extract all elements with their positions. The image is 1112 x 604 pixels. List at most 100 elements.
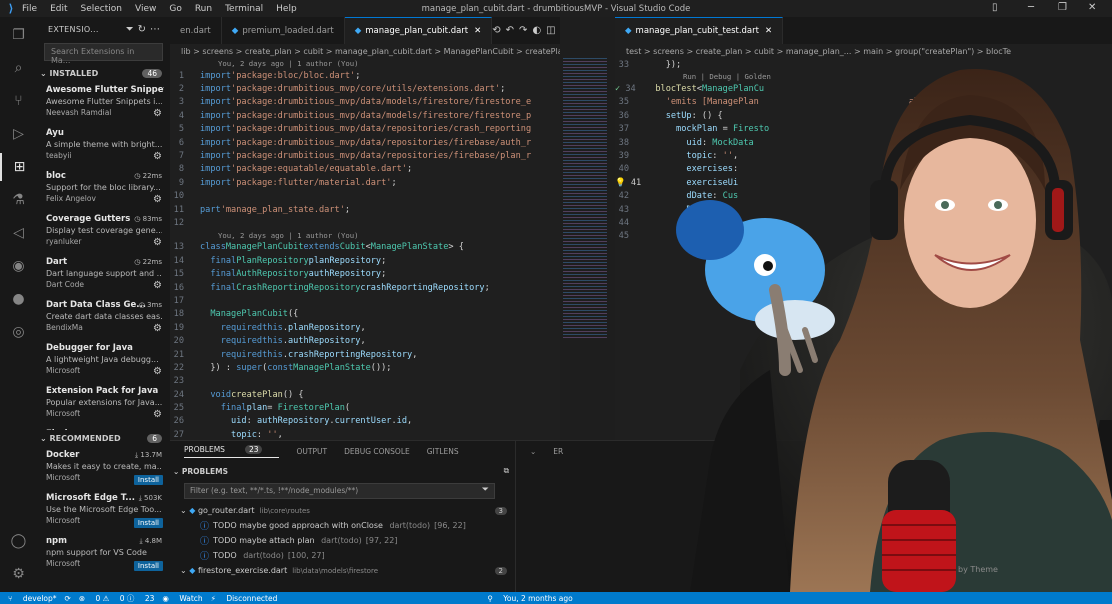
menu-item-view[interactable]: View xyxy=(135,4,156,14)
vscode-logo-icon: ⟩ xyxy=(8,2,14,15)
manage-gear-icon[interactable]: ⚙ xyxy=(153,151,162,162)
extension-item[interactable]: bloc Support for the bloc library... Felix… xyxy=(37,168,170,211)
chevron-down-icon[interactable]: ⌄ xyxy=(530,447,536,456)
timeline-icon[interactable]: ⟲ xyxy=(492,25,505,36)
problem-location: [97, 22] xyxy=(365,536,398,545)
problem-item[interactable]: ⓘ TODO dart(todo) [100, 27] xyxy=(170,548,515,563)
menu-item-file[interactable]: File xyxy=(22,4,37,14)
run-debug-icon[interactable]: ▷ xyxy=(0,120,37,148)
installed-section-header[interactable]: ⌄ INSTALLED 46 xyxy=(37,65,170,82)
sync-icon[interactable]: ⟳ xyxy=(65,594,71,603)
extension-item[interactable]: Firebase xyxy=(37,426,170,430)
manage-gear-icon[interactable]: ⚙ xyxy=(153,108,162,119)
split-editor-icon[interactable]: ◫ xyxy=(546,25,560,36)
menu-item-go[interactable]: Go xyxy=(169,4,181,14)
terminal-tab[interactable]: ER xyxy=(553,447,563,456)
tab-problems[interactable]: PROBLEMS 23 xyxy=(184,444,280,458)
problem-source: dart(todo) xyxy=(321,536,362,545)
install-button[interactable]: Install xyxy=(133,561,163,571)
code-editor[interactable]: You, 2 days ago | 1 author (You) 1 import… xyxy=(170,58,560,440)
extension-item[interactable]: Debugger for Java A lightweight Java debu… xyxy=(37,340,170,383)
codelens-author[interactable]: You, 2 days ago | 1 author (You) xyxy=(170,58,560,69)
live-share-status[interactable]: ⚡ Disconnected xyxy=(211,594,278,603)
codelens-class-author[interactable]: You, 2 days ago | 1 author (You) xyxy=(170,230,560,241)
tab-premium-loaded[interactable]: ◆ premium_loaded.dart xyxy=(222,17,345,44)
extensions-search-input[interactable]: Search Extensions in Ma... xyxy=(44,43,163,65)
account-icon[interactable]: ◯ xyxy=(0,527,37,555)
manage-gear-icon[interactable]: ⚙ xyxy=(0,560,37,588)
testing-icon[interactable]: ⚗ xyxy=(0,186,37,214)
branch-status[interactable]: ⑂ develop* xyxy=(8,594,57,603)
tab-en-dart[interactable]: en.dart xyxy=(170,17,222,44)
restore-icon[interactable]: ❐ xyxy=(1058,2,1067,13)
extension-item[interactable]: Ayu A simple theme with bright... teabyii ⚙ xyxy=(37,125,170,168)
maximize-panel-icon[interactable]: ⧉ xyxy=(504,466,509,476)
tab-manage-plan-cubit-test[interactable]: ◆ manage_plan_cubit_test.dart ✕ xyxy=(615,17,784,44)
trash-icon[interactable]: 🗑 xyxy=(1073,447,1089,456)
extension-item[interactable]: npm npm support for VS Code Microsoft ⤓ 4.8… xyxy=(37,533,170,576)
menu-item-run[interactable]: Run xyxy=(195,4,212,14)
manage-gear-icon[interactable]: ⚙ xyxy=(153,409,162,420)
manage-gear-icon[interactable]: ⚙ xyxy=(153,194,162,205)
blame-status[interactable]: ⚲ You, 2 months ago xyxy=(487,594,572,603)
install-button[interactable]: Install xyxy=(133,475,163,485)
manage-gear-icon[interactable]: ⚙ xyxy=(153,237,162,248)
copilot-icon[interactable]: ◎ xyxy=(0,318,37,346)
go-forward-icon[interactable]: ↷ xyxy=(519,25,532,36)
more-icon[interactable]: ⋯ xyxy=(150,24,164,35)
extension-item[interactable]: Microsoft Edge T... Use the Microsoft Edg… xyxy=(37,490,170,533)
menu-item-edit[interactable]: Edit xyxy=(50,4,67,14)
refresh-icon[interactable]: ↻ xyxy=(138,24,150,35)
watch-status[interactable]: ◉ Watch xyxy=(162,594,202,603)
minimap[interactable] xyxy=(563,58,607,338)
split-terminal-icon[interactable]: ◫ xyxy=(1043,447,1056,456)
problems-status[interactable]: ⊗ 0 ⚠ 0 ⓘ 23 xyxy=(79,593,155,604)
github-icon[interactable]: ● xyxy=(0,285,37,313)
problems-filter-input[interactable]: Filter (e.g. text, **/*.ts, !**/node_mod… xyxy=(184,483,495,499)
extension-item[interactable]: Awesome Flutter Snippets Awesome Flutter … xyxy=(37,82,170,125)
manage-gear-icon[interactable]: ⚙ xyxy=(153,366,162,377)
problem-item[interactable]: ⓘ TODO maybe attach plan dart(todo) [97, 2… xyxy=(170,533,515,548)
go-back-icon[interactable]: ↶ xyxy=(506,25,519,36)
close-tab-icon[interactable]: ✕ xyxy=(765,26,772,36)
breadcrumb[interactable]: lib > screens > create_plan > cubit > ma… xyxy=(170,44,560,58)
extension-item[interactable]: Dart Data Class Ge... Create dart data cl… xyxy=(37,297,170,340)
manage-gear-icon[interactable]: ⚙ xyxy=(153,280,162,291)
problem-file-row[interactable]: ⌄ ◆ firestore_exercise.dart lib\data\mode… xyxy=(170,563,515,578)
extension-item[interactable]: Dart Dart language support and ... Dart Co… xyxy=(37,254,170,297)
menu-item-terminal[interactable]: Terminal xyxy=(225,4,263,14)
search-icon[interactable]: ⌕ xyxy=(0,54,37,82)
remote-explorer-icon[interactable]: ◉ xyxy=(0,252,37,280)
codelens-run-debug[interactable]: Run | Debug | Golden xyxy=(615,71,1112,82)
layout-icon[interactable]: ▯ xyxy=(992,2,998,13)
menu-item-selection[interactable]: Selection xyxy=(81,4,122,14)
problems-section-header[interactable]: ⌄ PROBLEMS ⧉ xyxy=(170,463,515,479)
gitlens-compare-icon[interactable]: ◐ xyxy=(532,25,546,36)
extensions-icon[interactable]: ⊞ xyxy=(0,153,37,181)
filter-icon[interactable]: ⏷ xyxy=(126,24,138,35)
tab-debug-console[interactable]: DEBUG CONSOLE xyxy=(344,447,410,456)
close-icon[interactable]: ✕ xyxy=(1088,2,1096,13)
test-pass-icon[interactable]: ✓ 34 xyxy=(615,84,645,94)
extension-item[interactable]: Extension Pack for Java Popular extension… xyxy=(37,383,170,426)
minimize-icon[interactable]: ─ xyxy=(1028,2,1034,13)
source-control-icon[interactable]: ⑂ xyxy=(0,87,37,115)
breadcrumb-right[interactable]: test > screens > create_plan > cubit > m… xyxy=(615,44,1112,58)
menu-item-help[interactable]: Help xyxy=(276,4,297,14)
problem-item[interactable]: ⓘ TODO maybe good approach with onClose d… xyxy=(170,518,515,533)
code-editor-right[interactable]: 33 }); Run | Debug | Golden ✓ 34 blocTes… xyxy=(615,58,1112,243)
extension-name: Extension Pack for Java xyxy=(46,386,159,396)
recommended-section-header[interactable]: ⌄ RECOMMENDED 6 xyxy=(37,430,170,447)
install-button[interactable]: Install xyxy=(133,518,163,528)
explorer-icon[interactable]: ❐ xyxy=(0,21,37,49)
tab-manage-plan-cubit[interactable]: ◆ manage_plan_cubit.dart ✕ xyxy=(344,17,493,44)
extension-item[interactable]: Coverage Gutters Display test coverage ge… xyxy=(37,211,170,254)
filter-icon[interactable]: ⏷ xyxy=(482,485,489,495)
problem-file-row[interactable]: ⌄ ◆ go_router.dart lib\core\routes 3 xyxy=(170,503,515,518)
manage-gear-icon[interactable]: ⚙ xyxy=(153,323,162,334)
tab-gitlens[interactable]: GITLENS xyxy=(427,447,459,456)
extension-item[interactable]: Docker Makes it easy to create, ma... Micr… xyxy=(37,447,170,490)
close-tab-icon[interactable]: ✕ xyxy=(474,26,481,36)
gitlens-icon[interactable]: ◁ xyxy=(0,219,37,247)
tab-output[interactable]: OUTPUT xyxy=(296,447,327,456)
